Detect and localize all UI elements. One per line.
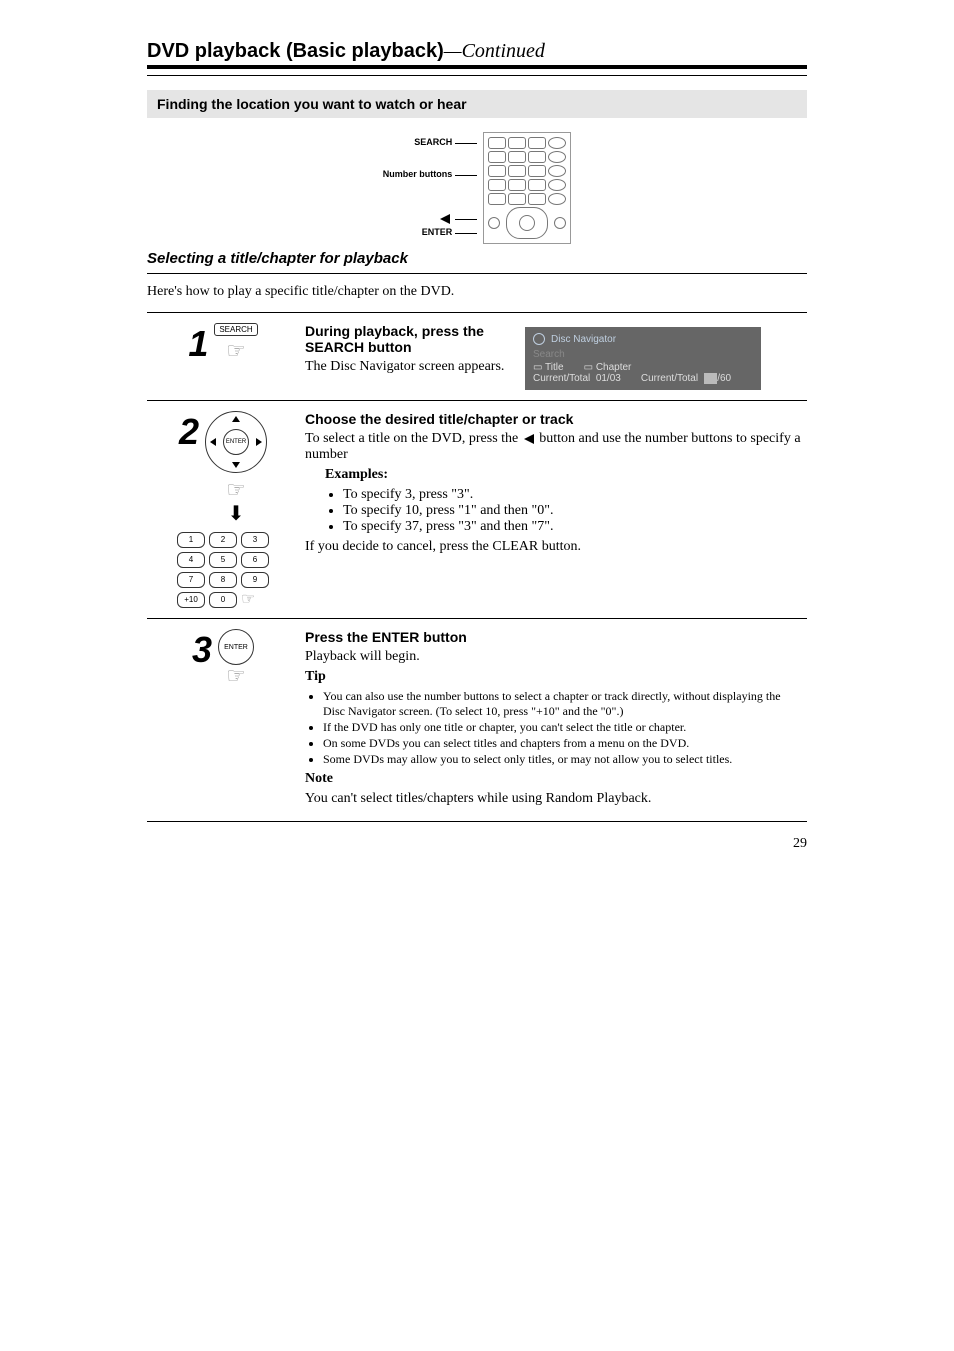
hand-icon: ☞ xyxy=(241,592,269,608)
leader-line xyxy=(455,175,477,176)
numpad-key: 2 xyxy=(209,532,237,548)
disc-navigator-screen: Disc Navigator Search ▭ Title ▭ Chapter … xyxy=(525,327,761,390)
numpad-key: 4 xyxy=(177,552,205,568)
remote-button-grid xyxy=(488,137,566,205)
leader-line xyxy=(455,219,477,220)
step-2-heading: Choose the desired title/chapter or trac… xyxy=(305,411,801,427)
page-title-continued: —Continued xyxy=(444,40,545,62)
page-title-main: DVD playback (Basic playback) xyxy=(147,40,444,62)
numpad-key: 7 xyxy=(177,572,205,588)
numpad-key: 0 xyxy=(209,592,237,608)
numpad-key: 5 xyxy=(209,552,237,568)
example-item: To specify 3, press "3". xyxy=(343,487,801,503)
enter-core-icon: ENTER xyxy=(223,429,249,455)
section-subhead: Finding the location you want to watch o… xyxy=(147,90,807,118)
screen-title: Disc Navigator xyxy=(551,334,616,345)
disc-icon xyxy=(533,333,545,345)
numpad-key: +10 xyxy=(177,592,205,608)
page-title: DVD playback (Basic playback)—Continued xyxy=(147,40,807,63)
step-3: 3 ENTER ☞ Press the ENTER button Playbac… xyxy=(147,619,807,821)
note-heading: Note xyxy=(305,771,801,787)
screen-search-label: Search xyxy=(533,349,753,360)
left-arrow-icon xyxy=(524,434,534,444)
heading-rule-thin xyxy=(147,75,807,76)
hand-icon: ☞ xyxy=(226,340,246,362)
step-number: 3 xyxy=(192,629,212,671)
note-text: You can't select titles/chapters while u… xyxy=(305,791,801,807)
step-list: 1 SEARCH ☞ During playback, press the SE… xyxy=(147,312,807,822)
screen-chapter-value-suffix: /60 xyxy=(717,373,731,384)
example-item: To specify 37, press "3" and then "7". xyxy=(343,519,801,535)
step-1-text: The Disc Navigator screen appears. xyxy=(305,359,505,375)
page-number: 29 xyxy=(147,836,807,852)
remote-diagram: SEARCH Number buttons ENTER xyxy=(147,132,807,244)
tip-list: You can also use the number buttons to s… xyxy=(305,689,801,767)
examples-list: To specify 3, press "3". To specify 10, … xyxy=(325,487,801,535)
remote-illustration xyxy=(483,132,571,244)
step-number: 1 xyxy=(188,323,208,365)
tip-item: On some DVDs you can select titles and c… xyxy=(323,736,801,751)
enter-button-icon: ENTER xyxy=(218,629,254,665)
screen-title-value: 01/03 xyxy=(596,373,621,384)
step-2: 2 ENTER ☞ ⬇ 1 2 3 4 5 6 7 8 9 xyxy=(147,401,807,619)
step-3-heading: Press the ENTER button xyxy=(305,629,801,645)
search-button-icon: SEARCH xyxy=(214,323,257,336)
diagram-label-number-buttons: Number buttons xyxy=(383,170,453,180)
diagram-label-enter: ENTER xyxy=(422,228,453,238)
numpad-key: 6 xyxy=(241,552,269,568)
screen-title-label: Title xyxy=(545,362,564,373)
step-3-body: Press the ENTER button Playback will beg… xyxy=(299,619,807,821)
down-arrow-icon: ⬇ xyxy=(228,501,245,526)
step-3-icon-col: 3 ENTER ☞ xyxy=(147,619,299,821)
step-2-text: To select a title on the DVD, press the … xyxy=(305,431,801,463)
leader-line xyxy=(455,233,477,234)
diagram-label-search: SEARCH xyxy=(414,138,452,148)
remote-nav-row xyxy=(488,207,566,239)
intro-text: Here's how to play a specific title/chap… xyxy=(147,284,807,300)
tip-item: You can also use the number buttons to s… xyxy=(323,689,801,719)
numpad-key: 3 xyxy=(241,532,269,548)
step-number: 2 xyxy=(179,411,199,453)
step-1: 1 SEARCH ☞ During playback, press the SE… xyxy=(147,313,807,401)
screen-ct-b: Current/Total xyxy=(641,373,698,384)
tip-item: Some DVDs may allow you to select only t… xyxy=(323,752,801,767)
numpad-key: 9 xyxy=(241,572,269,588)
hand-icon: ☞ xyxy=(226,479,246,501)
screen-chapter-label: Chapter xyxy=(596,362,632,373)
step-1-heading: During playback, press the SEARCH button xyxy=(305,323,505,355)
step-2-cancel-text: If you decide to cancel, press the CLEAR… xyxy=(305,539,801,555)
numpad-icon: 1 2 3 4 5 6 7 8 9 +10 0 ☞ xyxy=(177,532,269,608)
example-item: To specify 10, press "1" and then "0". xyxy=(343,503,801,519)
tip-item: If the DVD has only one title or chapter… xyxy=(323,720,801,735)
dpad-icon: ENTER xyxy=(205,411,267,473)
heading-rule-thick xyxy=(147,65,807,69)
numpad-key: 8 xyxy=(209,572,237,588)
examples-heading: Examples: xyxy=(325,467,801,483)
left-arrow-icon xyxy=(440,214,450,224)
remote-diagram-labels: SEARCH Number buttons ENTER xyxy=(383,136,478,240)
step-1-icon-col: 1 SEARCH ☞ xyxy=(147,313,299,400)
step-1-body: During playback, press the SEARCH button… xyxy=(299,313,807,400)
subsection-title: Selecting a title/chapter for playback xyxy=(147,250,807,267)
step-2-body: Choose the desired title/chapter or trac… xyxy=(299,401,807,618)
step-3-text: Playback will begin. xyxy=(305,649,801,665)
hand-icon: ☞ xyxy=(226,665,246,687)
step-2-icon-col: 2 ENTER ☞ ⬇ 1 2 3 4 5 6 7 8 9 xyxy=(147,401,299,618)
tip-heading: Tip xyxy=(305,669,801,685)
subsection-rule xyxy=(147,273,807,274)
screen-ct-a: Current/Total xyxy=(533,373,590,384)
leader-line xyxy=(455,143,477,144)
numpad-key: 1 xyxy=(177,532,205,548)
